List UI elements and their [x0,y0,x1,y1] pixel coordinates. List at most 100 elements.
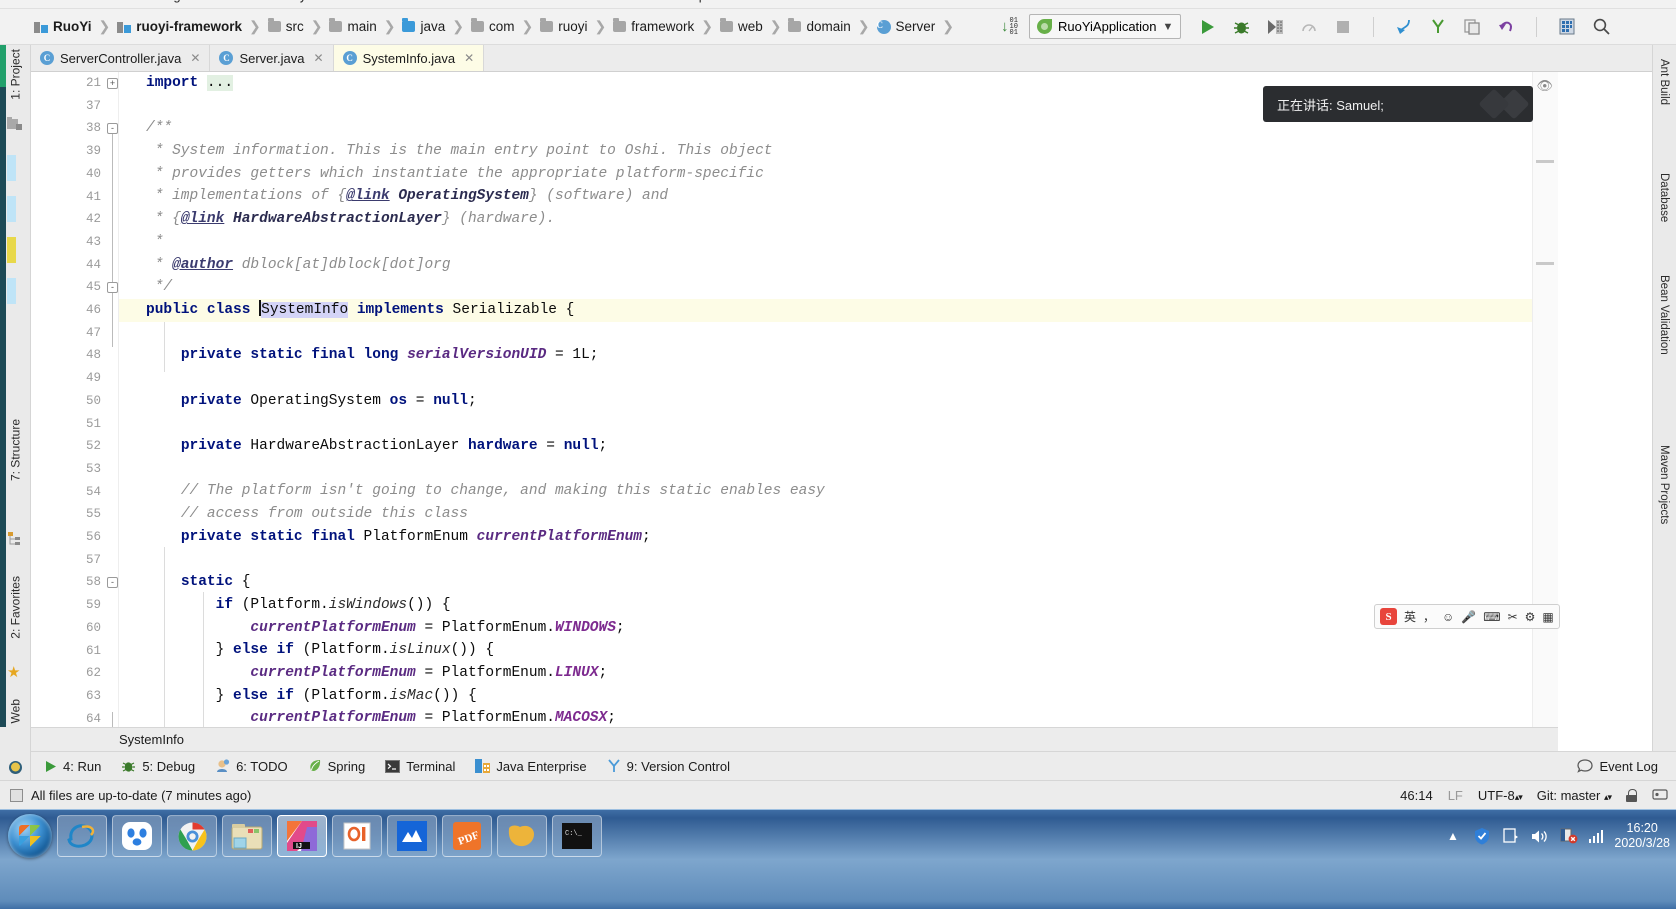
breadcrumb-item-ruoyi-pkg[interactable]: ruoyi [540,18,588,34]
tab-server[interactable]: C Server.java ✕ [210,45,334,71]
run-with-coverage-button[interactable] [1265,17,1285,37]
ime-tools-icon[interactable]: ✂ [1508,610,1518,624]
database-button[interactable] [1557,17,1577,37]
tool-window-terminal[interactable]: Terminal [385,759,455,774]
code-line[interactable] [119,458,1558,481]
tool-window-debug[interactable]: 5: Debug [121,759,195,774]
breadcrumb-item-src[interactable]: src [267,18,304,34]
rollback-button[interactable] [1496,17,1516,37]
tool-window-java-enterprise[interactable]: Java Enterprise [475,759,587,774]
tool-window-run[interactable]: 4: Run [45,759,101,774]
editor-lines[interactable]: import .../** * System information. This… [119,72,1558,727]
network-error-icon[interactable] [1560,827,1578,845]
code-line[interactable]: currentPlatformEnum = PlatformEnum.MACOS… [119,707,1558,727]
code-line[interactable]: currentPlatformEnum = PlatformEnum.WINDO… [119,617,1558,640]
tool-window-spring[interactable]: Spring [308,759,365,774]
code-line[interactable]: * {@link HardwareAbstractionLayer} (hard… [119,208,1558,231]
update-project-button[interactable] [1394,17,1414,37]
action-center-icon[interactable] [1502,827,1520,845]
code-line[interactable]: currentPlatformEnum = PlatformEnum.LINUX… [119,662,1558,685]
code-line[interactable]: * System information. This is the main e… [119,140,1558,163]
code-line[interactable]: public class SystemInfo implements Seria… [119,298,1558,322]
breadcrumb-item-java[interactable]: java [402,18,445,34]
taskbar-item-mindmaster[interactable] [387,815,437,857]
ime-keyboard-icon[interactable]: ⌨ [1483,610,1500,624]
run-button[interactable] [1197,17,1217,37]
eye-icon[interactable]: 👁 [1536,78,1553,94]
sidebar-item-ant-build[interactable]: Ant Build [1653,59,1675,105]
ime-toolbar[interactable]: S 英 ， ☺ 🎤 ⌨ ✂ ⚙ ▦ [1374,604,1560,629]
fold-collapse-icon[interactable]: - [107,577,118,589]
taskbar-item-pdf-reader[interactable]: PDF [442,815,492,857]
code-line[interactable]: static { [119,571,1558,594]
code-line[interactable] [119,322,1558,345]
editor-breadcrumb[interactable]: SystemInfo [31,727,1558,751]
code-line[interactable]: private OperatingSystem os = null; [119,390,1558,413]
breadcrumb-item-ruoyi-framework[interactable]: ruoyi-framework [117,19,242,34]
search-everywhere-icon[interactable] [1591,17,1611,37]
ime-language-label[interactable]: 英 [1404,608,1416,625]
line-separator[interactable]: LF [1448,788,1463,803]
sogou-logo-icon[interactable]: S [1380,608,1397,625]
code-line[interactable]: private static final long serialVersionU… [119,344,1558,367]
ime-menu-icon[interactable]: ▦ [1542,610,1553,624]
code-line[interactable]: */ [119,276,1558,299]
taskbar-item-intellij-idea[interactable]: IJ [277,815,327,857]
code-line[interactable]: * implementations of {@link OperatingSys… [119,185,1558,208]
taskbar-item-baidu-netdisk[interactable] [112,815,162,857]
taskbar-item-office-app[interactable] [332,815,382,857]
fold-expand-icon[interactable]: + [107,78,118,89]
run-configuration-selector[interactable]: RuoYiApplication ▼ [1029,14,1182,39]
show-hidden-icons-button[interactable]: ▲ [1444,827,1462,845]
ime-voice-icon[interactable]: 🎤 [1461,610,1476,624]
tab-servercontroller[interactable]: C ServerController.java ✕ [31,45,211,71]
tencent-security-icon[interactable] [1473,827,1491,845]
fold-collapse-icon[interactable]: - [107,282,118,294]
caret-position[interactable]: 46:14 [1400,788,1433,803]
taskbar-clock[interactable]: 16:20 2020/3/28 [1614,821,1670,851]
breadcrumb-item-domain[interactable]: domain [788,18,851,34]
memory-indicator-icon[interactable] [1652,787,1668,804]
code-line[interactable]: } else if (Platform.isLinux()) { [119,639,1558,662]
close-icon[interactable]: ✕ [190,51,200,65]
code-line[interactable]: * [119,231,1558,254]
breadcrumb-item-com[interactable]: com [470,18,515,34]
event-log-button[interactable]: Event Log [1577,759,1658,774]
volume-icon[interactable] [1531,827,1549,845]
tool-window-version-control[interactable]: 9: Version Control [607,759,730,774]
signal-strength-icon[interactable] [1588,829,1604,843]
ime-emoji-icon[interactable]: ☺ [1442,610,1454,624]
close-icon[interactable]: ✕ [464,51,474,65]
code-line[interactable]: * provides getters which instantiate the… [119,163,1558,186]
fold-collapse-icon[interactable]: - [107,123,118,135]
breadcrumb-item-framework[interactable]: framework [613,18,694,34]
taskbar-item-folder-app[interactable] [497,815,547,857]
download-sources-icon[interactable]: ↓ 01 10 01 [1001,17,1023,37]
breadcrumb-item-web[interactable]: web [719,18,763,34]
taskbar-item-command-prompt[interactable]: C:\_ [552,815,602,857]
ime-punct-icon[interactable]: ， [1423,608,1435,625]
git-branch[interactable]: Git: master ▴▾ [1537,788,1612,803]
push-button[interactable] [1462,17,1482,37]
breadcrumb-item-main[interactable]: main [329,18,377,34]
code-line[interactable]: * @author dblock[at]dblock[dot]org [119,254,1558,277]
sidebar-item-database[interactable]: Database [1653,173,1675,222]
taskbar-item-internet-explorer[interactable] [57,815,107,857]
commit-button[interactable] [1428,17,1448,37]
code-line[interactable]: // The platform isn't going to change, a… [119,480,1558,503]
tool-window-todo[interactable]: 6: TODO [215,759,288,774]
breadcrumb-item-server[interactable]: C Server [876,19,935,34]
sidebar-item-bean-validation[interactable]: Bean Validation [1653,275,1675,355]
code-editor[interactable]: import .../** * System information. This… [31,72,1558,727]
ime-settings-icon[interactable]: ⚙ [1525,610,1536,624]
code-line[interactable]: private static final PlatformEnum curren… [119,526,1558,549]
close-icon[interactable]: ✕ [314,51,324,65]
code-line[interactable]: if (Platform.isWindows()) { [119,594,1558,617]
code-line[interactable]: private HardwareAbstractionLayer hardwar… [119,435,1558,458]
code-line[interactable]: // access from outside this class [119,503,1558,526]
sidebar-item-maven-projects[interactable]: Maven Projects [1653,445,1675,524]
code-line[interactable] [119,367,1558,390]
taskbar-item-google-chrome[interactable] [167,815,217,857]
start-button[interactable] [8,814,52,858]
code-line[interactable]: } else if (Platform.isMac()) { [119,685,1558,708]
